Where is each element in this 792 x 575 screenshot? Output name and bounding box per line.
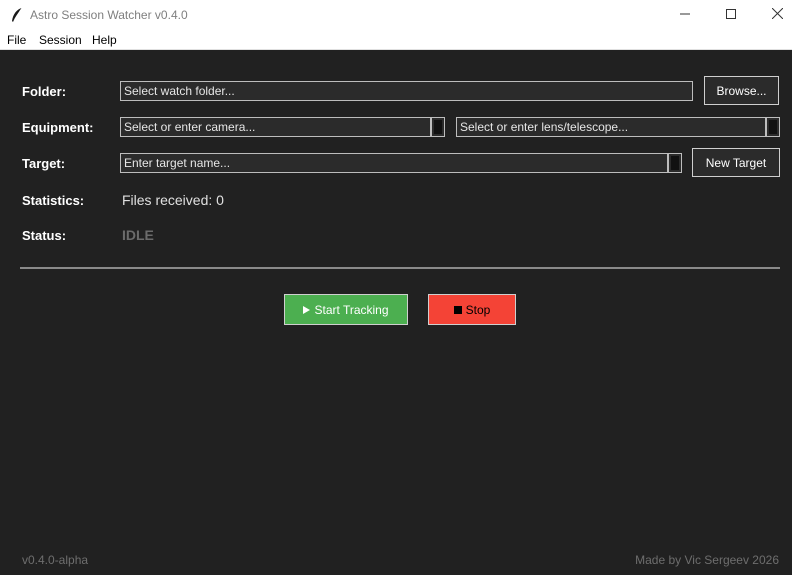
chevron-down-icon	[671, 156, 679, 170]
lens-combobox[interactable]: Select or enter lens/telescope...	[456, 117, 766, 137]
credit-label: Made by Vic Sergeev 2026	[635, 553, 779, 567]
close-button[interactable]	[754, 0, 792, 30]
chevron-down-icon	[434, 120, 442, 134]
lens-dropdown-arrow[interactable]	[766, 117, 780, 137]
folder-label: Folder:	[22, 84, 67, 99]
play-icon	[303, 303, 311, 317]
maximize-button[interactable]	[708, 0, 754, 30]
stop-label: Stop	[465, 302, 491, 317]
target-combobox[interactable]: Enter target name...	[120, 153, 668, 173]
equipment-label: Equipment:	[22, 120, 94, 135]
start-tracking-label: Start Tracking	[314, 302, 389, 317]
stop-square-icon	[453, 303, 462, 317]
menu-bar: File Session Help	[0, 30, 792, 50]
start-tracking-button[interactable]: Start Tracking	[284, 294, 408, 325]
minimize-button[interactable]	[662, 0, 708, 30]
window-title: Astro Session Watcher v0.4.0	[30, 8, 188, 22]
status-label: Status:	[22, 228, 67, 243]
camera-combobox[interactable]: Select or enter camera...	[120, 117, 431, 137]
browse-button[interactable]: Browse...	[704, 76, 779, 105]
camera-dropdown-arrow[interactable]	[431, 117, 445, 137]
chevron-down-icon	[769, 120, 777, 134]
title-bar: Astro Session Watcher v0.4.0	[0, 0, 792, 30]
menu-session[interactable]: Session	[39, 33, 82, 47]
target-label: Target:	[22, 156, 66, 171]
files-received-count: Files received: 0	[122, 192, 224, 208]
version-label: v0.4.0-alpha	[22, 553, 89, 567]
minimize-icon	[680, 6, 690, 24]
maximize-icon	[726, 6, 736, 24]
feather-icon	[10, 7, 24, 23]
stop-button[interactable]: Stop	[428, 294, 516, 325]
status-value: IDLE	[122, 227, 154, 243]
menu-file[interactable]: File	[7, 33, 26, 47]
new-target-button[interactable]: New Target	[692, 148, 780, 177]
target-dropdown-arrow[interactable]	[668, 153, 682, 173]
divider	[20, 267, 780, 269]
statistics-label: Statistics:	[22, 193, 85, 208]
close-icon	[771, 6, 783, 24]
menu-help[interactable]: Help	[92, 33, 117, 47]
folder-input[interactable]: Select watch folder...	[120, 81, 693, 101]
main-panel: Folder: Select watch folder... Browse...…	[0, 50, 792, 575]
